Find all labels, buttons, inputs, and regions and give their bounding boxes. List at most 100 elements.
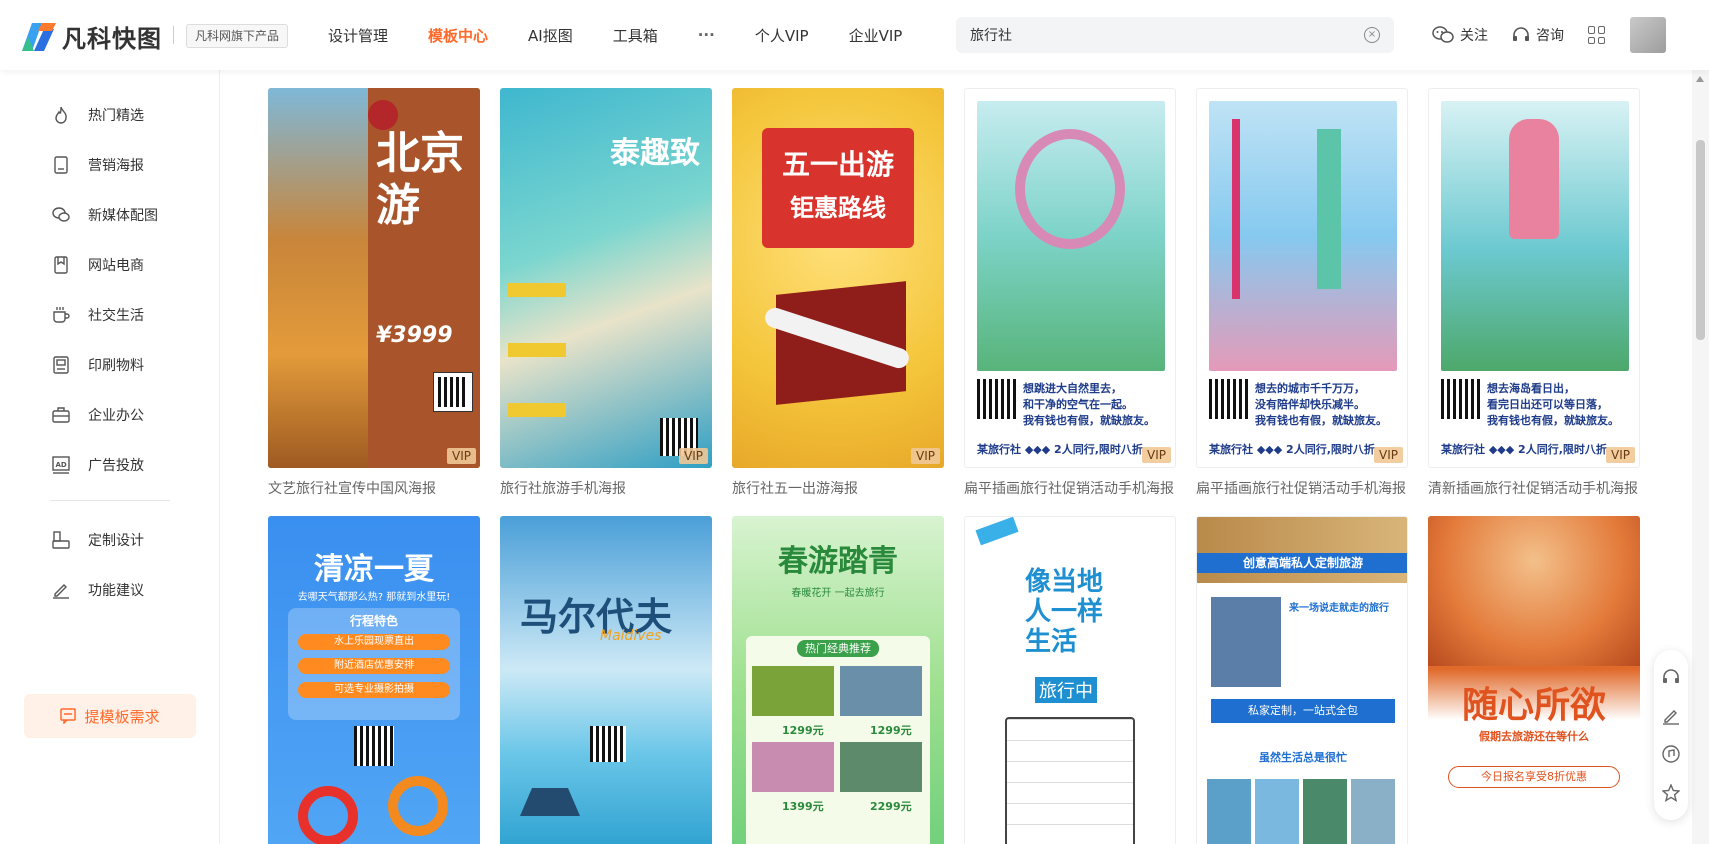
template-card[interactable]: 想跳进大自然里去， 和干净的空气在一起。 我有钱也有假，就缺旅友。 某旅行社 ◆…	[964, 88, 1176, 498]
sidebar-item-print[interactable]: 印刷物料	[52, 353, 144, 377]
poster-footer: 某旅行社 ◆◆◆ 2人同行,限时八折	[977, 443, 1143, 456]
request-template-button[interactable]: 提模板需求	[24, 694, 196, 738]
print-icon	[52, 356, 70, 374]
poster-subtitle: 旅行中	[1035, 677, 1097, 703]
search-input[interactable]	[956, 17, 1336, 53]
poster-line: 看完日出还可以等日落，	[1487, 398, 1608, 411]
template-caption[interactable]: 扁平插画旅行社促销活动手机海报	[964, 478, 1176, 498]
sidebar-item-social[interactable]: 社交生活	[52, 303, 144, 327]
vip-badge: VIP	[1606, 447, 1635, 463]
brand-divider	[173, 26, 174, 44]
edit-icon[interactable]	[1662, 707, 1680, 725]
scroll-up-icon[interactable]	[1696, 76, 1704, 82]
bookmark-icon	[52, 256, 70, 274]
sidebar-item-office[interactable]: 企业办公	[52, 403, 144, 427]
template-card[interactable]: 北京游 ¥3999 VIP 文艺旅行社宣传中国风海报	[268, 88, 480, 498]
template-thumbnail[interactable]: 随心所欲 假期去旅游还在等什么 今日报名享受8折优惠	[1428, 516, 1640, 844]
template-thumbnail[interactable]: 北京游 ¥3999 VIP	[268, 88, 480, 468]
poster-title: 随心所欲	[1461, 684, 1606, 726]
sidebar-item-label: 定制设计	[88, 533, 144, 549]
template-thumbnail[interactable]: 泰趣致 VIP	[500, 88, 712, 468]
scrollbar[interactable]	[1692, 70, 1709, 844]
message-icon	[60, 708, 77, 724]
template-card[interactable]: 想去海岛看日出， 看完日出还可以等日落， 我有钱也有假，就缺旅友。 某旅行社 ◆…	[1428, 88, 1640, 498]
template-thumbnail[interactable]: 春游踏青 春暖花开 一起去旅行 热门经典推荐 1299元 1299元 1399元…	[732, 516, 944, 844]
sidebar-item-newmedia[interactable]: 新媒体配图	[52, 203, 158, 227]
template-card[interactable]: 五一出游 钜惠路线 VIP 旅行社五一出游海报	[732, 88, 944, 498]
apps-grid-icon[interactable]	[1588, 26, 1606, 44]
sidebar-item-label: 社交生活	[88, 308, 144, 324]
poster-price: 1299元	[782, 724, 824, 737]
poster-pill: 水上乐园现票直出	[298, 634, 450, 650]
nav-design-manage[interactable]: 设计管理	[328, 25, 388, 46]
brand-name: 凡科快图	[62, 24, 162, 53]
template-thumbnail[interactable]: 像当地人一样生活 旅行中	[964, 516, 1176, 844]
nav-toolbox[interactable]: 工具箱	[613, 25, 658, 46]
poster-price: 1399元	[782, 800, 824, 813]
template-caption[interactable]: 旅行社五一出游海报	[732, 478, 944, 498]
follow-button[interactable]: 关注	[1432, 25, 1488, 45]
template-thumbnail[interactable]: 清凉一夏 去哪天气都那么热? 那就到水里玩! 行程特色 水上乐园现票直出 附近酒…	[268, 516, 480, 844]
scroll-thumb[interactable]	[1696, 140, 1705, 340]
poster-line: 想跳进大自然里去，	[1023, 382, 1122, 395]
poster-pill: 可选专业摄影拍摄	[298, 682, 450, 698]
poster-line: 我有钱也有假，就缺旅友。	[1255, 414, 1387, 427]
template-caption[interactable]: 旅行社旅游手机海报	[500, 478, 712, 498]
poster-pill: 附近酒店优惠安排	[298, 658, 450, 674]
poster-subtitle: 来一场说走就走的旅行	[1289, 603, 1389, 614]
avatar[interactable]	[1630, 17, 1666, 53]
poster-title: 创意高端私人定制旅游	[1197, 553, 1407, 573]
template-caption[interactable]: 扁平插画旅行社促销活动手机海报	[1196, 478, 1408, 498]
template-thumbnail[interactable]: 想去的城市千千万万， 没有陪伴却快乐减半。 我有钱也有假，就缺旅友。 某旅行社 …	[1196, 88, 1408, 468]
template-card[interactable]: 创意高端私人定制旅游 来一场说走就走的旅行 私家定制，一站式全包 虽然生活总是很…	[1196, 516, 1408, 844]
vip-badge: VIP	[447, 448, 476, 464]
request-template-label: 提模板需求	[84, 707, 160, 726]
template-card[interactable]: 清凉一夏 去哪天气都那么热? 那就到水里玩! 行程特色 水上乐园现票直出 附近酒…	[268, 516, 480, 844]
qr-code	[1441, 379, 1481, 419]
template-grid: 北京游 ¥3999 VIP 文艺旅行社宣传中国风海报 泰趣致 VIP 旅行社旅游…	[220, 70, 1689, 844]
nav-ai-cutout[interactable]: AI抠图	[528, 25, 573, 46]
qr-code	[433, 372, 473, 412]
consult-button[interactable]: 咨询	[1512, 25, 1564, 45]
template-card[interactable]: 像当地人一样生活 旅行中	[964, 516, 1176, 844]
template-card[interactable]: 马尔代夫 Maldives	[500, 516, 712, 844]
sidebar-item-feedback[interactable]: 功能建议	[52, 578, 144, 602]
nav-more[interactable]: ···	[698, 26, 715, 44]
poster-line: 想去海岛看日出，	[1487, 382, 1575, 395]
template-card[interactable]: 春游踏青 春暖花开 一起去旅行 热门经典推荐 1299元 1299元 1399元…	[732, 516, 944, 844]
brand-tag: 凡科网旗下产品	[186, 24, 289, 48]
top-bar: 凡科快图 凡科网旗下产品 设计管理 模板中心 AI抠图 工具箱 ··· 个人VI…	[0, 0, 1709, 70]
star-icon[interactable]	[1662, 783, 1680, 802]
template-thumbnail[interactable]: 想跳进大自然里去， 和干净的空气在一起。 我有钱也有假，就缺旅友。 某旅行社 ◆…	[964, 88, 1176, 468]
music-icon[interactable]	[1662, 745, 1680, 763]
sidebar-item-hot[interactable]: 热门精选	[52, 103, 144, 127]
sidebar-item-label: 广告投放	[88, 458, 144, 474]
template-caption[interactable]: 清新插画旅行社促销活动手机海报	[1428, 478, 1640, 498]
template-thumbnail[interactable]: 五一出游 钜惠路线 VIP	[732, 88, 944, 468]
template-thumbnail[interactable]: 马尔代夫 Maldives	[500, 516, 712, 844]
nav-template-center[interactable]: 模板中心	[428, 25, 488, 46]
headset-icon[interactable]	[1662, 668, 1680, 686]
sidebar-item-label: 新媒体配图	[88, 208, 158, 224]
template-thumbnail[interactable]: 创意高端私人定制旅游 来一场说走就走的旅行 私家定制，一站式全包 虽然生活总是很…	[1196, 516, 1408, 844]
nav-personal-vip[interactable]: 个人VIP	[755, 25, 809, 46]
poster-line: 我有钱也有假，就缺旅友。	[1487, 414, 1619, 427]
nav-enterprise-vip[interactable]: 企业VIP	[849, 25, 903, 46]
clear-search-icon[interactable]: ×	[1364, 27, 1380, 43]
qr-code	[590, 726, 626, 762]
template-card[interactable]: 想去的城市千千万万， 没有陪伴却快乐减半。 我有钱也有假，就缺旅友。 某旅行社 …	[1196, 88, 1408, 498]
template-thumbnail[interactable]: 想去海岛看日出， 看完日出还可以等日落， 我有钱也有假，就缺旅友。 某旅行社 ◆…	[1428, 88, 1640, 468]
poster-line: 我有钱也有假，就缺旅友。	[1023, 414, 1155, 427]
template-card[interactable]: 泰趣致 VIP 旅行社旅游手机海报	[500, 88, 712, 498]
sidebar-item-marketing[interactable]: 营销海报	[52, 153, 144, 177]
sidebar-item-label: 印刷物料	[88, 358, 144, 374]
sidebar-item-ads[interactable]: AD 广告投放	[52, 453, 144, 477]
template-caption[interactable]: 文艺旅行社宣传中国风海报	[268, 478, 480, 498]
sidebar-item-ecommerce[interactable]: 网站电商	[52, 253, 144, 277]
poster-subtitle: 去哪天气都那么热? 那就到水里玩!	[297, 592, 451, 603]
logo[interactable]: 凡科快图	[18, 18, 162, 54]
briefcase-icon	[52, 406, 70, 424]
custom-icon	[52, 531, 70, 549]
sidebar-item-custom[interactable]: 定制设计	[52, 528, 144, 552]
template-card[interactable]: 随心所欲 假期去旅游还在等什么 今日报名享受8折优惠	[1428, 516, 1640, 844]
